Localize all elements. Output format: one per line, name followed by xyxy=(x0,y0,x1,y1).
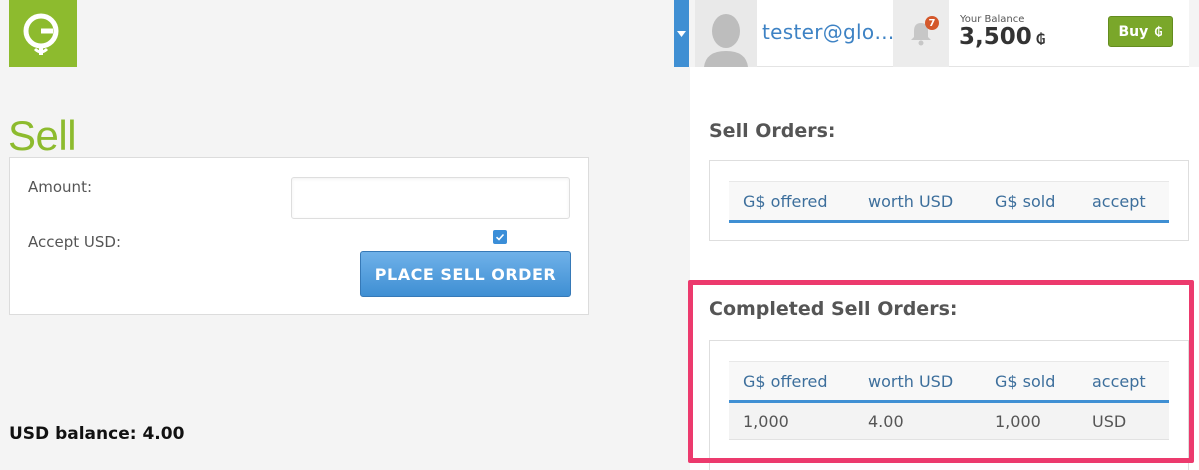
buy-label: Buy xyxy=(1118,23,1149,40)
table-header-row: G$ offered worth USD G$ sold accept xyxy=(729,361,1169,403)
buy-currency-symbol: ₲ xyxy=(1154,24,1163,39)
column-header[interactable]: accept xyxy=(1078,361,1169,403)
sell-orders-table: G$ offered worth USD G$ sold accept xyxy=(729,181,1169,223)
table-cell: 1,000 xyxy=(729,401,854,440)
caret-down-icon xyxy=(677,30,686,37)
column-header[interactable]: G$ offered xyxy=(729,361,854,403)
orders-column: Sell Orders: G$ offered worth USD G$ sol… xyxy=(690,67,1199,470)
column-header[interactable]: G$ offered xyxy=(729,181,854,223)
completed-sell-orders-panel: G$ offered worth USD G$ sold accept 1,00… xyxy=(709,340,1189,470)
sell-form-panel: Amount: Accept USD: PLACE SELL ORDER xyxy=(9,157,589,315)
avatar[interactable] xyxy=(695,0,757,67)
page-title: Sell xyxy=(8,112,77,159)
usd-balance: USD balance: 4.00 xyxy=(9,424,184,444)
sell-orders-title: Sell Orders: xyxy=(709,120,836,142)
column-header[interactable]: G$ sold xyxy=(981,181,1078,223)
balance-value: 3,500 ₲ xyxy=(959,24,1046,50)
accept-usd-checkbox[interactable] xyxy=(493,230,507,244)
amount-label: Amount: xyxy=(28,178,92,196)
column-header[interactable]: G$ sold xyxy=(981,361,1078,403)
column-header[interactable]: worth USD xyxy=(854,181,981,223)
usd-balance-value: 4.00 xyxy=(142,424,185,444)
menu-toggle[interactable] xyxy=(674,0,689,67)
app-logo[interactable] xyxy=(9,0,77,67)
buy-button[interactable]: Buy ₲ xyxy=(1108,16,1173,47)
balance-amount: 3,500 xyxy=(959,24,1032,50)
table-row: 1,000 4.00 1,000 USD xyxy=(729,401,1169,440)
notifications-button[interactable]: 7 xyxy=(893,0,949,67)
completed-sell-orders-title: Completed Sell Orders: xyxy=(709,298,958,320)
sell-orders-panel: G$ offered worth USD G$ sold accept xyxy=(709,160,1189,241)
username-link[interactable]: tester@glo… xyxy=(762,20,895,44)
accept-usd-label: Accept USD: xyxy=(28,233,121,251)
amount-input[interactable] xyxy=(291,177,570,219)
usd-balance-label: USD balance: xyxy=(9,424,137,444)
logo-icon xyxy=(23,13,59,55)
top-header: tester@glo… 7 Your Balance 3,500 ₲ Buy ₲ xyxy=(695,0,1189,67)
place-sell-order-button[interactable]: PLACE SELL ORDER xyxy=(360,251,571,297)
notification-count-badge: 7 xyxy=(925,16,939,30)
table-cell: 4.00 xyxy=(854,401,981,440)
column-header[interactable]: accept xyxy=(1078,181,1169,223)
check-icon xyxy=(495,233,505,241)
currency-symbol: ₲ xyxy=(1035,32,1046,48)
completed-sell-orders-table: G$ offered worth USD G$ sold accept 1,00… xyxy=(729,361,1169,440)
user-avatar-icon xyxy=(704,14,748,67)
table-cell: USD xyxy=(1078,401,1169,440)
table-header-row: G$ offered worth USD G$ sold accept xyxy=(729,181,1169,223)
table-cell: 1,000 xyxy=(981,401,1078,440)
column-header[interactable]: worth USD xyxy=(854,361,981,403)
